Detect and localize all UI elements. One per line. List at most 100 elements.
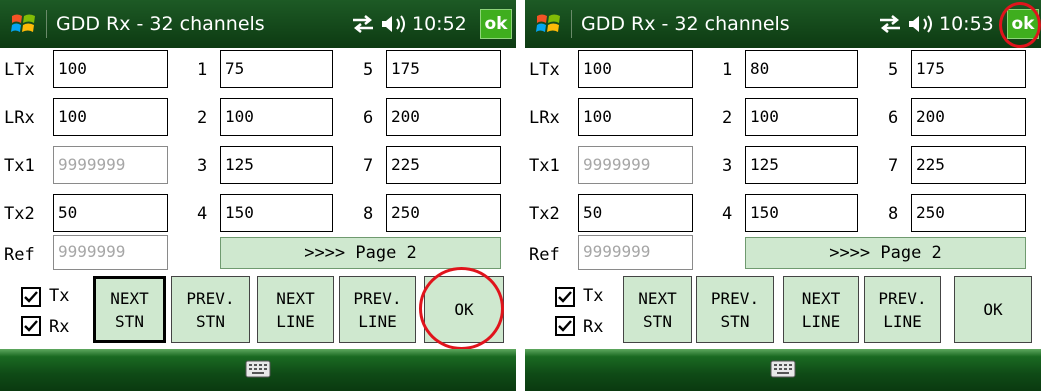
tx1-field[interactable]: 9999999 xyxy=(578,146,693,184)
next-line-button[interactable]: NEXT LINE xyxy=(783,276,859,343)
channel-4-field[interactable]: 150 xyxy=(220,194,333,232)
rx-checkbox[interactable] xyxy=(21,316,41,336)
windows-logo-icon[interactable] xyxy=(535,10,563,38)
button-line-2: LINE xyxy=(883,311,922,331)
button-line-1: NEXT xyxy=(110,288,149,308)
ltx-label: LTx xyxy=(4,60,35,80)
check-icon xyxy=(558,320,572,332)
channel-5-label: 5 xyxy=(888,60,899,80)
speaker-icon[interactable] xyxy=(907,13,935,35)
previous-line-button[interactable]: PREV. LINE xyxy=(339,276,416,343)
tx1-label: Tx1 xyxy=(4,156,35,176)
ref-label: Ref xyxy=(529,245,560,265)
channel-5-field[interactable]: 175 xyxy=(911,50,1026,88)
page-2-button[interactable]: >>>> Page 2 xyxy=(745,237,1026,269)
clock[interactable]: 10:53 xyxy=(939,11,994,37)
button-line-2: STN xyxy=(720,311,750,331)
ok-button[interactable]: OK xyxy=(954,276,1032,343)
channel-2-field[interactable]: 100 xyxy=(745,98,858,136)
button-line-1: PREV. xyxy=(710,288,760,308)
window-title: GDD Rx - 32 channels xyxy=(581,13,790,35)
channel-8-label: 8 xyxy=(363,204,374,224)
channel-4-label: 4 xyxy=(197,204,208,224)
channel-5-field[interactable]: 175 xyxy=(386,50,501,88)
channel-2-field[interactable]: 100 xyxy=(220,98,333,136)
channel-1-field[interactable]: 80 xyxy=(745,50,858,88)
ltx-label: LTx xyxy=(529,60,560,80)
channel-8-label: 8 xyxy=(888,204,899,224)
button-line-1: PREV. xyxy=(878,288,927,308)
channel-4-field[interactable]: 150 xyxy=(745,194,858,232)
tx-checkbox-label: Tx xyxy=(583,286,604,306)
channel-5-label: 5 xyxy=(363,60,374,80)
ltx-field[interactable]: 100 xyxy=(53,50,168,88)
channel-1-label: 1 xyxy=(722,60,733,80)
ref-label: Ref xyxy=(4,245,35,265)
channel-6-field[interactable]: 200 xyxy=(386,98,501,136)
rx-checkbox-label: Rx xyxy=(49,317,70,337)
button-line-2: LINE xyxy=(801,311,841,331)
title-separator xyxy=(571,10,572,38)
channel-8-field[interactable]: 250 xyxy=(386,194,501,232)
channel-1-field[interactable]: 75 xyxy=(220,50,333,88)
lrx-field[interactable]: 100 xyxy=(578,98,693,136)
tx1-field[interactable]: 9999999 xyxy=(53,146,168,184)
channel-3-label: 3 xyxy=(197,156,208,176)
tx2-field[interactable]: 50 xyxy=(53,194,168,232)
channel-7-field[interactable]: 225 xyxy=(386,146,501,184)
tx-checkbox[interactable] xyxy=(555,287,575,307)
channel-7-field[interactable]: 225 xyxy=(911,146,1026,184)
check-icon xyxy=(24,320,38,332)
title-ok-button[interactable]: ok xyxy=(480,9,512,39)
previous-line-button[interactable]: PREV. LINE xyxy=(864,276,941,343)
ref-field[interactable]: 9999999 xyxy=(578,235,693,270)
channel-3-label: 3 xyxy=(722,156,733,176)
sync-icon[interactable] xyxy=(877,13,903,35)
channel-7-label: 7 xyxy=(888,156,899,176)
rx-checkbox[interactable] xyxy=(555,316,575,336)
channel-7-label: 7 xyxy=(363,156,374,176)
button-line-1: NEXT xyxy=(638,288,677,308)
screen-after: GDD Rx - 32 channels 10:53 ok LTx 100 LR… xyxy=(525,0,1041,391)
taskbar xyxy=(525,349,1041,391)
previous-station-button[interactable]: PREV. STN xyxy=(171,276,250,343)
highlight-circle xyxy=(999,2,1041,48)
sync-icon[interactable] xyxy=(350,13,376,35)
ref-field[interactable]: 9999999 xyxy=(53,235,168,270)
button-line-2: STN xyxy=(115,311,144,331)
rx-checkbox-label: Rx xyxy=(583,317,604,337)
channel-3-field[interactable]: 125 xyxy=(745,146,858,184)
channel-6-field[interactable]: 200 xyxy=(911,98,1026,136)
lrx-field[interactable]: 100 xyxy=(53,98,168,136)
next-station-button[interactable]: NEXT STN xyxy=(623,276,692,343)
previous-station-button[interactable]: PREV. STN xyxy=(696,276,774,343)
tx2-field[interactable]: 50 xyxy=(578,194,693,232)
check-icon xyxy=(24,291,38,303)
button-line-2: STN xyxy=(643,311,672,331)
channel-6-label: 6 xyxy=(363,108,374,128)
page-2-button[interactable]: >>>> Page 2 xyxy=(220,237,501,269)
ltx-field[interactable]: 100 xyxy=(578,50,693,88)
keyboard-icon[interactable] xyxy=(245,359,271,379)
speaker-icon[interactable] xyxy=(380,13,408,35)
channel-3-field[interactable]: 125 xyxy=(220,146,333,184)
button-line-1: PREV. xyxy=(186,288,235,308)
next-line-button[interactable]: NEXT LINE xyxy=(257,276,334,343)
windows-logo-icon[interactable] xyxy=(10,10,38,38)
button-line-2: STN xyxy=(196,311,225,331)
button-line-1: NEXT xyxy=(801,288,841,308)
check-icon xyxy=(558,291,572,303)
button-line-1: NEXT xyxy=(276,288,315,308)
channel-2-label: 2 xyxy=(197,108,208,128)
keyboard-icon[interactable] xyxy=(770,359,796,379)
lrx-label: LRx xyxy=(529,108,560,128)
channel-8-field[interactable]: 250 xyxy=(911,194,1026,232)
tx-checkbox[interactable] xyxy=(21,287,41,307)
tx1-label: Tx1 xyxy=(529,156,560,176)
clock[interactable]: 10:52 xyxy=(412,11,467,37)
tx2-label: Tx2 xyxy=(529,204,560,224)
taskbar xyxy=(0,349,516,391)
next-station-button[interactable]: NEXT STN xyxy=(93,276,166,343)
screen-before: GDD Rx - 32 channels 10:52 ok LTx 100 LR… xyxy=(0,0,516,391)
title-bar: GDD Rx - 32 channels 10:53 ok xyxy=(525,0,1041,48)
